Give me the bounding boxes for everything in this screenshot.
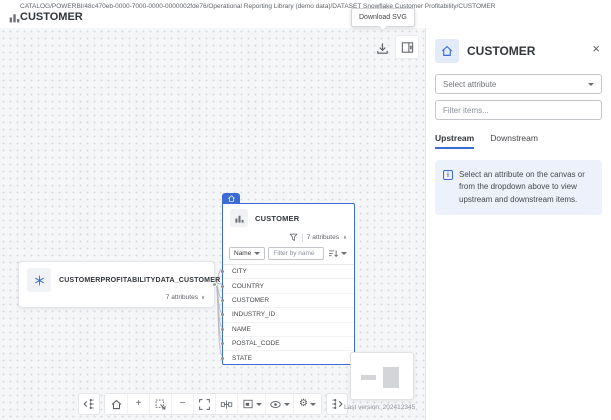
- attributes-count: 7 attributes: [307, 234, 339, 241]
- node-customer[interactable]: CUSTOMER 7 attributes ∧ Name CITY COUNTR…: [222, 203, 355, 365]
- attribute-row[interactable]: INDUSTRY_ID: [223, 308, 354, 322]
- filter-by-name-input[interactable]: [268, 247, 324, 260]
- attribute-row[interactable]: CITY: [223, 265, 354, 279]
- download-icon: [375, 41, 390, 56]
- page-title: CUSTOMER: [20, 11, 83, 23]
- minus-icon: −: [180, 399, 186, 409]
- auto-layout-icon: [220, 398, 233, 411]
- tab-downstream[interactable]: Downstream: [490, 133, 538, 149]
- output-port: [212, 282, 217, 287]
- zoom-out-button[interactable]: −: [171, 394, 193, 414]
- close-icon[interactable]: ×: [592, 42, 600, 55]
- minimap-customer-node: [383, 367, 399, 388]
- chevron-up-icon[interactable]: ∧: [343, 235, 347, 241]
- breadcrumb[interactable]: CATALOG/POWERBI/48c470eb-0000-7000-0000-…: [20, 3, 495, 10]
- attribute-row[interactable]: POSTAL_CODE: [223, 337, 354, 351]
- attribute-row[interactable]: NAME: [223, 323, 354, 337]
- attribute-row[interactable]: CUSTOMER: [223, 294, 354, 308]
- snowflake-icon: [27, 268, 51, 292]
- chevron-down-icon: [341, 252, 347, 255]
- collapse-upstream-button[interactable]: [78, 393, 100, 415]
- panel-tabs: Upstream Downstream: [435, 133, 602, 149]
- filter-icon[interactable]: [289, 233, 298, 242]
- download-svg-button[interactable]: [372, 38, 392, 58]
- info-icon: i: [443, 170, 453, 180]
- impact-analysis-panel: CUSTOMER × Select attribute Upstream Dow…: [425, 28, 611, 420]
- chevron-down-icon: [284, 403, 290, 406]
- info-message-text: Select an attribute on the canvas or fro…: [459, 169, 594, 206]
- canvas-toolbar: + − ⚙: [78, 393, 348, 415]
- home-icon: [110, 398, 123, 411]
- collapse-upstream-icon: [82, 397, 96, 411]
- gear-icon: ⚙: [299, 399, 308, 409]
- chevron-down-icon: [254, 252, 260, 255]
- filter-items-input[interactable]: [435, 100, 602, 120]
- toggle-side-panel-button[interactable]: [395, 35, 419, 59]
- home-icon: [227, 194, 236, 203]
- auto-layout-button[interactable]: [215, 394, 237, 414]
- last-version-label: Last version: 202412345: [344, 404, 415, 411]
- info-message-box: i Select an attribute on the canvas or f…: [435, 160, 602, 215]
- tab-upstream[interactable]: Upstream: [435, 133, 474, 149]
- name-filter-select[interactable]: Name: [229, 247, 265, 260]
- minimap-source-node: [361, 375, 376, 380]
- toolbar-group: + − ⚙: [104, 393, 322, 415]
- minimap[interactable]: [350, 352, 414, 400]
- sort-icon: [328, 249, 339, 258]
- home-icon: [435, 39, 459, 63]
- home-button[interactable]: [105, 394, 127, 414]
- chevron-down-icon: [256, 403, 262, 406]
- table-icon: [230, 209, 248, 227]
- source-node-title: CUSTOMERPROFITABILITYDATA_CUSTOMER: [59, 277, 220, 284]
- zoom-in-button[interactable]: +: [127, 394, 149, 414]
- visibility-button[interactable]: [265, 394, 293, 414]
- export-image-icon: [242, 398, 254, 410]
- attribute-row[interactable]: STATE: [223, 351, 354, 365]
- page-header: CATALOG/POWERBI/48c470eb-0000-7000-0000-…: [0, 0, 611, 28]
- source-attributes-expander[interactable]: 7 attributes ∨: [166, 294, 205, 301]
- fit-to-screen-icon: [198, 398, 211, 411]
- chevron-down-icon: [588, 83, 594, 86]
- zoom-selection-icon: [154, 398, 167, 411]
- panel-title: CUSTOMER: [467, 44, 535, 58]
- chevron-down-icon: [310, 403, 316, 406]
- attribute-row[interactable]: COUNTRY: [223, 279, 354, 293]
- export-image-button[interactable]: [237, 394, 265, 414]
- attribute-list: CITY COUNTRY CUSTOMER INDUSTRY_ID NAME P…: [223, 264, 354, 366]
- node-source-table[interactable]: CUSTOMERPROFITABILITYDATA_CUSTOMER 7 att…: [18, 261, 215, 308]
- customer-node-title: CUSTOMER: [255, 214, 299, 223]
- eye-icon: [269, 398, 282, 411]
- plus-icon: +: [136, 399, 142, 409]
- settings-button[interactable]: ⚙: [293, 394, 321, 414]
- expand-downstream-icon: [330, 397, 344, 411]
- panel-toggle-icon: [400, 40, 415, 55]
- select-attribute-dropdown[interactable]: Select attribute: [435, 74, 602, 94]
- sort-button[interactable]: [327, 249, 348, 258]
- download-svg-tooltip: Download SVG: [351, 8, 415, 27]
- zoom-to-selection-button[interactable]: [149, 394, 171, 414]
- chevron-down-icon: ∨: [201, 295, 205, 301]
- fit-to-screen-button[interactable]: [193, 394, 215, 414]
- app-window: CATALOG/POWERBI/48c470eb-0000-7000-0000-…: [0, 0, 611, 420]
- divider: [302, 234, 303, 242]
